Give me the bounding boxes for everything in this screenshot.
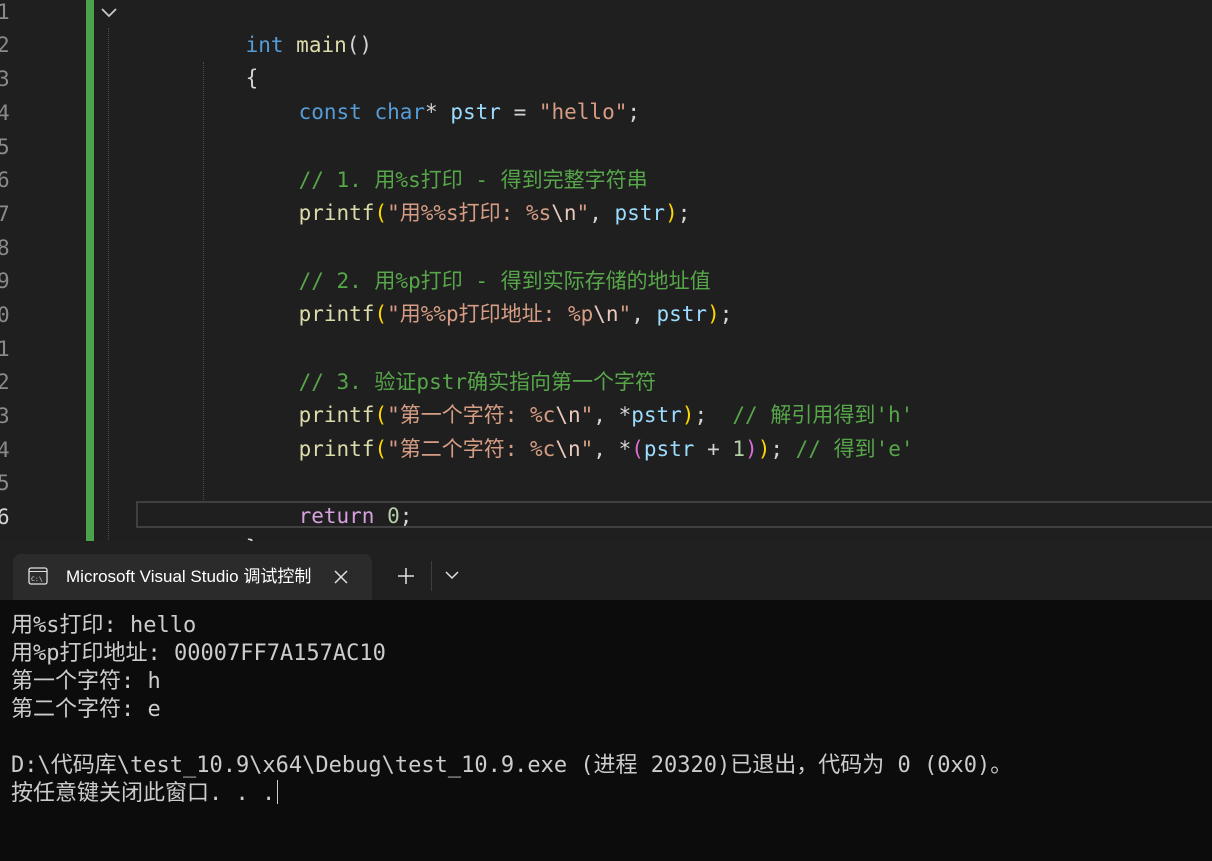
console-output-line: 第一个字符: h xyxy=(11,669,161,694)
code-line: const char* pstr = "hello"; xyxy=(298,100,641,124)
code-line: { xyxy=(245,66,259,90)
line-number: 2 xyxy=(0,33,10,57)
code-line: return 0; xyxy=(298,504,413,528)
line-number: 3 xyxy=(0,67,10,91)
line-number: 8 xyxy=(0,236,10,260)
line-number: 5 xyxy=(0,471,10,495)
debug-console-window[interactable]: C:\ Microsoft Visual Studio 调试控制台 用%s打印:… xyxy=(0,541,1212,861)
code-line: } xyxy=(195,499,259,541)
indent-guide xyxy=(108,28,109,540)
code-comment: // 3. 验证pstr确实指向第一个字符 xyxy=(298,370,657,394)
svg-text:C:\: C:\ xyxy=(31,575,43,583)
tab-debug-console[interactable]: C:\ Microsoft Visual Studio 调试控制台 xyxy=(13,554,372,600)
chevron-down-icon[interactable] xyxy=(99,3,119,23)
console-prompt-text: 按任意键关闭此窗口. . . xyxy=(11,781,276,806)
line-number: 4 xyxy=(0,438,10,462)
line-number: 1 xyxy=(0,0,10,24)
code-line: printf("第二个字符: %c\n", *(pstr + 1)); // 得… xyxy=(298,437,914,461)
line-number-current: 6 xyxy=(0,505,10,529)
code-line: printf("用%%p打印地址: %p\n", pstr); xyxy=(298,302,733,326)
console-output-line: D:\代码库\test_10.9\x64\Debug\test_10.9.exe… xyxy=(11,753,1013,778)
line-number: 7 xyxy=(0,202,10,226)
line-number: 6 xyxy=(0,168,10,192)
code-line: printf("第一个字符: %c\n", *pstr); // 解引用得到'h… xyxy=(298,403,914,427)
code-line: int main() xyxy=(245,33,373,57)
terminal-tab-bar: C:\ Microsoft Visual Studio 调试控制台 xyxy=(0,541,1212,600)
console-icon: C:\ xyxy=(28,567,48,585)
line-number: 3 xyxy=(0,404,10,428)
console-prompt-line: 按任意键关闭此窗口. . . xyxy=(11,780,279,808)
code-comment: // 2. 用%p打印 - 得到实际存储的地址值 xyxy=(298,269,711,293)
line-number: 2 xyxy=(0,370,10,394)
tab-separator xyxy=(431,561,432,591)
text-cursor xyxy=(277,780,279,804)
change-indicator-bar xyxy=(86,0,94,541)
console-output-line: 第二个字符: e xyxy=(11,697,161,722)
close-icon[interactable] xyxy=(332,568,350,586)
tab-title: Microsoft Visual Studio 调试控制台 xyxy=(66,567,312,586)
line-number: 0 xyxy=(0,303,10,327)
console-output-line: 用%s打印: hello xyxy=(11,613,197,638)
line-number: 1 xyxy=(0,337,10,361)
code-line: printf("用%%s打印: %s\n", pstr); xyxy=(298,201,691,225)
code-comment: // 1. 用%s打印 - 得到完整字符串 xyxy=(298,168,648,192)
console-output-line: 用%p打印地址: 00007FF7A157AC10 xyxy=(11,641,386,666)
code-editor[interactable]: 1 2 3 4 5 6 7 8 9 0 1 2 3 4 5 6 int main… xyxy=(0,0,1212,541)
line-number: 5 xyxy=(0,135,10,159)
chevron-down-icon[interactable] xyxy=(443,567,461,583)
line-number: 9 xyxy=(0,269,10,293)
plus-icon[interactable] xyxy=(395,565,417,587)
line-number: 4 xyxy=(0,101,10,125)
